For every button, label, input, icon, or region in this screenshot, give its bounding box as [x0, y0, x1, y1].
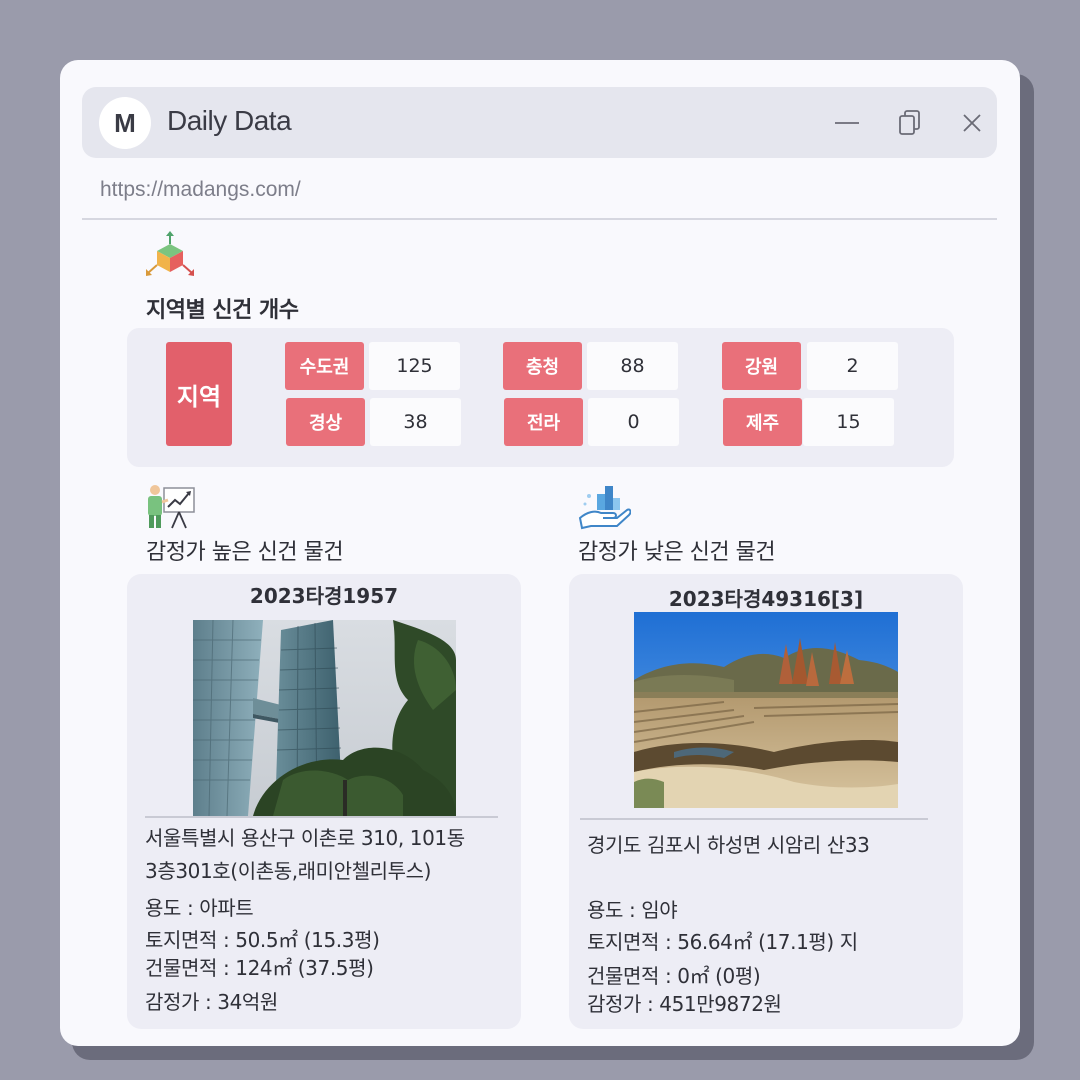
region-count-jeju: 15 [803, 398, 894, 446]
region-label-jeju: 제주 [723, 398, 802, 446]
url-divider [82, 218, 997, 220]
region-count-jeolla: 0 [588, 398, 679, 446]
region-label-sudogwon: 수도권 [285, 342, 364, 390]
app-window: M Daily Data https://madangs.com/ 지역별 신건… [60, 60, 1020, 1046]
high-property-photo [193, 620, 456, 816]
region-count-panel: 지역 수도권 125 충청 88 강원 2 경상 38 전라 0 제주 15 [127, 328, 954, 467]
low-usage: 용도 : 임야 [587, 898, 678, 922]
high-land-area: 토지면적 : 50.5㎡ (15.3평) [145, 928, 380, 952]
region-count-gyeongsang: 38 [370, 398, 461, 446]
region-label-chungcheong: 충청 [503, 342, 582, 390]
high-case-number[interactable]: 2023타경1957 [127, 580, 521, 609]
hand-bar-chart-icon [577, 480, 632, 534]
low-case-number[interactable]: 2023타경49316[3] [569, 583, 963, 612]
high-building-area: 건물면적 : 124㎡ (37.5평) [145, 956, 374, 980]
high-address-line2: 3층301호(이촌동,래미안첼리투스) [145, 859, 432, 883]
low-land-area: 토지면적 : 56.64㎡ (17.1평) 지 [587, 930, 858, 954]
high-property-card[interactable]: 2023타경1957 서울특별시 용산구 이촌로 310, 101동 3층301… [127, 574, 521, 1029]
low-section-title: 감정가 낮은 신건 물건 [578, 540, 776, 565]
low-property-card[interactable]: 2023타경49316[3] 경기도 김포시 하성면 시암리 산33 용도: … [569, 574, 963, 1029]
low-building-area: 건물면적 : 0㎡ (0평) [587, 964, 761, 988]
high-appraisal-price: 감정가 : 34억원 [145, 990, 278, 1014]
title-bar: M Daily Data [82, 87, 997, 158]
low-address-line1: 경기도 김포시 하성면 시암리 산33 [587, 833, 870, 857]
presentation-chart-icon [144, 480, 198, 534]
restore-icon[interactable] [893, 105, 929, 141]
high-card-divider [145, 816, 498, 818]
region-label-jeolla: 전라 [504, 398, 583, 446]
app-logo: M [99, 97, 151, 149]
high-usage: 용도 : 아파트 [145, 896, 254, 920]
region-count-chungcheong: 88 [587, 342, 678, 390]
region-count-gangwon: 2 [807, 342, 898, 390]
region-count-sudogwon: 125 [369, 342, 460, 390]
high-section-title: 감정가 높은 신건 물건 [146, 540, 344, 565]
high-address-line1: 서울특별시 용산구 이촌로 310, 101동 [145, 826, 465, 850]
region-label-gangwon: 강원 [722, 342, 801, 390]
low-card-divider [580, 818, 928, 820]
url-text[interactable]: https://madangs.com/ [100, 178, 301, 202]
low-property-photo [634, 612, 898, 808]
low-appraisal-price: 감정가 : 451만9872원 [587, 992, 782, 1016]
region-section-title: 지역별 신건 개수 [146, 298, 299, 323]
region-main-label: 지역 [166, 342, 232, 446]
app-title: Daily Data [167, 105, 292, 136]
close-icon[interactable] [954, 105, 990, 141]
cube-arrows-icon [143, 230, 197, 284]
region-label-gyeongsang: 경상 [286, 398, 365, 446]
minimize-icon[interactable] [829, 105, 865, 141]
